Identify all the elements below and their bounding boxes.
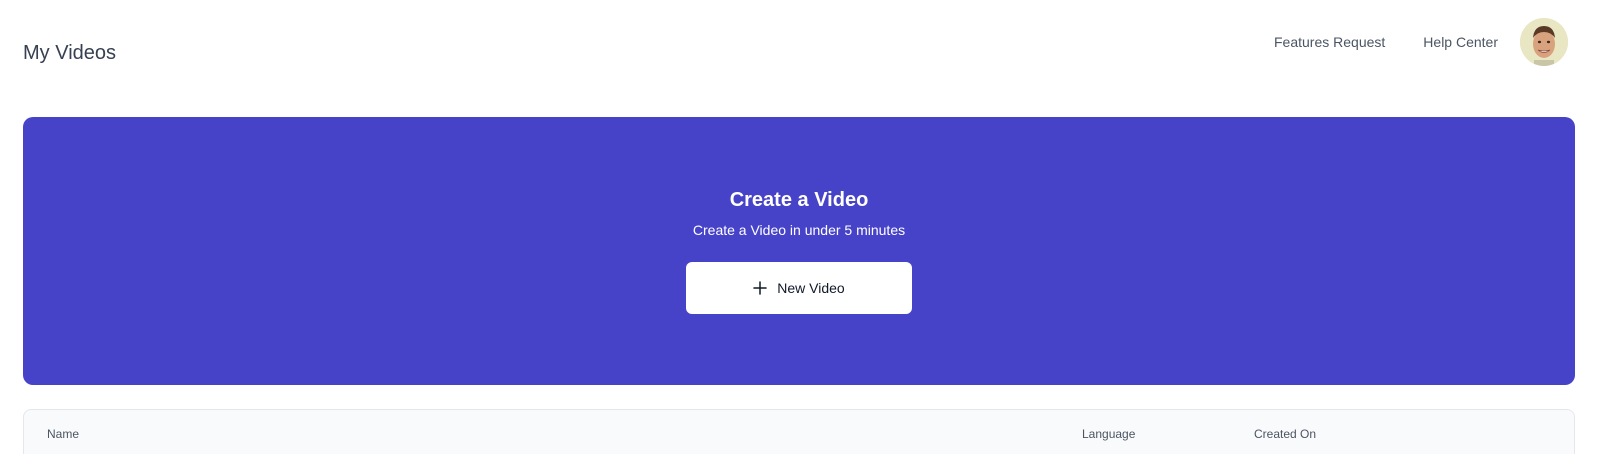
new-video-button-label: New Video xyxy=(777,280,845,296)
new-video-button[interactable]: New Video xyxy=(686,262,912,314)
top-nav: Features Request Help Center xyxy=(1274,18,1568,66)
videos-table: Name Language Created On xyxy=(23,409,1575,454)
features-request-link[interactable]: Features Request xyxy=(1274,18,1385,66)
page-title: My Videos xyxy=(23,42,117,64)
avatar[interactable] xyxy=(1520,18,1568,66)
hero-subtitle: Create a Video in under 5 minutes xyxy=(692,222,906,238)
my-videos-page: My Videos Features Request Help Center C… xyxy=(0,0,1600,454)
column-header-name[interactable]: Name xyxy=(47,427,79,441)
help-center-link[interactable]: Help Center xyxy=(1423,18,1498,66)
hero-title: Create a Video xyxy=(729,189,869,211)
plus-icon xyxy=(753,281,768,295)
column-header-created-on[interactable]: Created On xyxy=(1254,427,1316,441)
user-avatar-icon xyxy=(1520,18,1568,66)
column-header-language[interactable]: Language xyxy=(1082,427,1135,441)
create-video-banner: Create a Video Create a Video in under 5… xyxy=(23,117,1575,385)
